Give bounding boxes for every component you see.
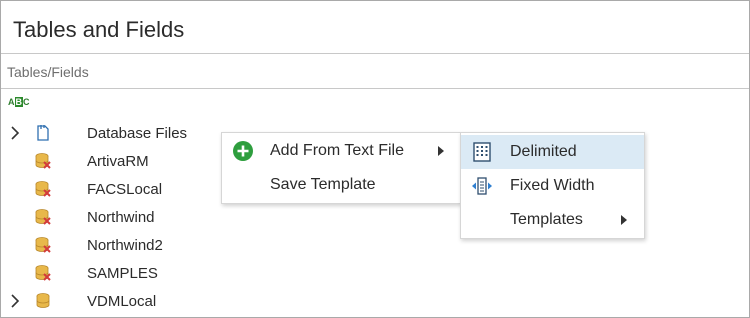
context-menu: Add From Text File Save Template <box>221 132 461 204</box>
tree-item-vdmlocal[interactable]: VDMLocal <box>1 287 749 315</box>
database-error-icon <box>35 153 51 169</box>
abc-letter-b: B <box>14 97 23 107</box>
delimited-grid-icon <box>473 142 491 162</box>
fixed-width-icon <box>472 177 492 195</box>
submenu-arrow-icon <box>438 146 444 156</box>
submenu-item-fixed-width[interactable]: Fixed Width <box>461 169 644 203</box>
database-error-icon <box>35 265 51 281</box>
tree-item-label: ArtivaRM <box>87 152 149 170</box>
chevron-right-icon[interactable] <box>10 126 20 140</box>
header-divider <box>1 88 749 89</box>
add-circle-icon <box>233 141 253 161</box>
tree-item-label: Database Files <box>87 124 188 142</box>
database-error-icon <box>35 181 51 197</box>
tree-item-label: Northwind <box>87 208 155 226</box>
menu-item-label: Add From Text File <box>270 142 404 159</box>
tree-item-label: VDMLocal <box>87 292 157 310</box>
submenu-item-label: Delimited <box>510 143 577 160</box>
menu-item-add-from-text-file[interactable]: Add From Text File <box>222 134 460 168</box>
folder-file-icon <box>37 125 49 141</box>
tree-item-samples[interactable]: SAMPLES <box>1 259 749 287</box>
database-error-icon <box>35 209 51 225</box>
database-error-icon <box>35 237 51 253</box>
submenu-item-label: Templates <box>510 211 583 228</box>
menu-item-label: Save Template <box>270 176 376 193</box>
submenu-arrow-icon <box>621 215 627 225</box>
database-icon <box>36 293 50 308</box>
title-divider <box>1 53 749 54</box>
tables-fields-header: Tables/Fields <box>7 64 89 80</box>
add-from-text-file-submenu: Delimited Fixed Width Templates <box>460 132 645 239</box>
tree-item-label: FACSLocal <box>87 180 163 198</box>
submenu-item-templates[interactable]: Templates <box>461 203 644 237</box>
abc-letter-c: C <box>23 97 30 107</box>
abc-sort-icon[interactable]: A B C <box>8 96 34 108</box>
chevron-right-icon[interactable] <box>10 294 20 308</box>
menu-item-save-template[interactable]: Save Template <box>222 168 460 202</box>
panel-title: Tables and Fields <box>13 17 185 42</box>
submenu-item-label: Fixed Width <box>510 177 595 194</box>
tree-item-label: Northwind2 <box>87 236 163 254</box>
tree-item-label: SAMPLES <box>87 264 158 282</box>
submenu-item-delimited[interactable]: Delimited <box>461 135 644 169</box>
